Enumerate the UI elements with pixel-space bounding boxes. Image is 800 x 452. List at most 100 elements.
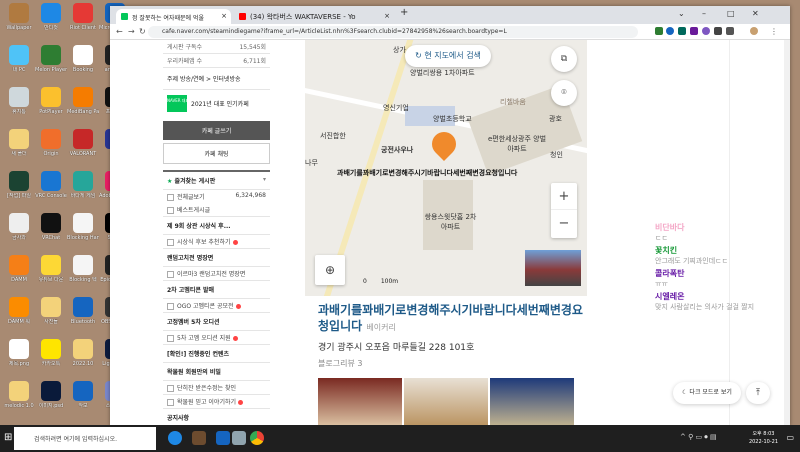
menu-icon[interactable]: ⋮	[770, 27, 778, 36]
desktop-icon[interactable]: 2022.10	[67, 339, 99, 367]
map[interactable]: 양벌리쌍용 1차아파트 영신기업 양벌초등학교 리첼바움 광호 서진합한 궁전사…	[305, 40, 587, 296]
board-group-header[interactable]: [확인!] 진행중인 컨텐츠	[163, 345, 270, 363]
scroll-top-button[interactable]: ⤒	[746, 382, 770, 404]
board-link[interactable]: 왁물원 믿고 이야기하기	[163, 395, 270, 409]
desktop-icon[interactable]: 내 PC	[3, 45, 35, 73]
maximize-button[interactable]: □	[727, 9, 735, 18]
extension-icon[interactable]	[678, 27, 686, 35]
desktop-icon[interactable]: VALORANT	[67, 129, 99, 157]
board-group-header[interactable]: 제 9회 상관 시상식 후...	[163, 217, 270, 235]
desktop-icon[interactable]: DAMM	[3, 255, 35, 283]
board-group-header[interactable]: 왁물원 회원만의 비밀	[163, 363, 270, 381]
notification-icon[interactable]: ▭	[786, 433, 794, 442]
windows-start-icon[interactable]: ⊞	[4, 432, 12, 443]
desktop-icon[interactable]: VRChat	[35, 213, 67, 241]
desktop-icon[interactable]: 반디컷	[35, 3, 67, 31]
board-group-header[interactable]: 랜덤고치전 명장면	[163, 249, 270, 267]
current-location-icon[interactable]: ⊕	[315, 255, 345, 285]
chat-username[interactable]: 콜라폭탄	[655, 268, 785, 279]
place-photo[interactable]	[318, 378, 402, 426]
board-group-header[interactable]: 2차 고멤티콘 발매	[163, 281, 270, 299]
desktop-icon[interactable]: MediBang Paint Pro	[67, 87, 99, 115]
write-post-button[interactable]: 카페 글쓰기	[163, 121, 270, 140]
zoom-out-button[interactable]: −	[551, 210, 577, 237]
taskbar-search-input[interactable]: 검색하려면 여기에 입력하십시오.	[14, 427, 156, 450]
desktop-icon[interactable]: 바다게 게임	[67, 171, 99, 199]
desktop-icon[interactable]: 이미지.psd	[35, 381, 67, 409]
desktop-icon[interactable]: Blocking 텍	[67, 255, 99, 283]
desktop-icon[interactable]: 새 폴더	[3, 129, 35, 157]
clock[interactable]: 오후 8:03 2022-10-21	[749, 430, 778, 446]
extension-icon[interactable]	[714, 27, 722, 35]
favorite-boards-header[interactable]: ★ 즐겨찾는 게시판 ▾	[163, 170, 270, 190]
board-link[interactable]: 이르마3 랜덤고치전 명장면	[163, 267, 270, 281]
desktop-icon[interactable]: Blocking Handle	[67, 213, 99, 241]
desktop-icon[interactable]: Origin	[35, 129, 67, 157]
desktop-icon[interactable]: 악보	[67, 381, 99, 409]
chat-username[interactable]: 시엘레온	[655, 291, 785, 302]
extension-icon[interactable]	[666, 27, 674, 35]
blog-reviews[interactable]: 블로그리뷰 3	[318, 358, 593, 369]
board-all-posts[interactable]: 전체글보기 6,324,968	[163, 190, 270, 203]
place-title[interactable]: 과배기를꽈배기로변경해주시기바랍니다세번째변경요청입니다 베이커리	[318, 302, 593, 336]
scrollbar[interactable]	[784, 40, 790, 426]
street-view-thumbnail[interactable]	[525, 250, 581, 286]
system-tray-icons[interactable]: ^ ⚲ ▭ ⏺ ▤	[680, 433, 717, 442]
desktop-icon[interactable]: Bluetooth	[67, 297, 99, 325]
close-tab-icon[interactable]: ×	[221, 12, 227, 20]
extension-icon[interactable]	[702, 27, 710, 35]
tab-search-icon[interactable]: ⌄	[678, 9, 685, 18]
desktop-icon[interactable]: PotPlayer	[35, 87, 67, 115]
location-pin-icon[interactable]: ⌾	[551, 80, 577, 106]
profile-avatar[interactable]	[750, 27, 758, 35]
url-input[interactable]: cafe.naver.com/steamindiegame?iframe_url…	[148, 26, 638, 38]
desktop-icon[interactable]: [작업] 파일	[3, 171, 35, 199]
zoom-in-button[interactable]: +	[551, 183, 577, 210]
place-marker-icon[interactable]	[427, 127, 461, 161]
desktop-icon[interactable]: Melon Player	[35, 45, 67, 73]
map-layers-icon[interactable]: ⧉	[551, 46, 577, 72]
desktop-icon[interactable]: 제목.png	[3, 339, 35, 367]
back-icon[interactable]: ←	[116, 27, 123, 36]
place-photo[interactable]	[490, 378, 574, 426]
puzzle-icon[interactable]	[726, 27, 734, 35]
board-link[interactable]: 시상식 후보 추천하기	[163, 235, 270, 249]
desktop-icon[interactable]: 사진들	[35, 297, 67, 325]
cafe-chat-button[interactable]: 카페 채팅	[163, 143, 270, 164]
app-icon[interactable]	[232, 431, 246, 445]
board-best-posts[interactable]: 베스트게시글	[163, 203, 270, 217]
board-group-header[interactable]: 고정멤버 5차 오디션	[163, 313, 270, 331]
extension-icon[interactable]	[690, 27, 698, 35]
desktop-icon[interactable]: Riot Client	[67, 3, 99, 31]
edge-icon[interactable]	[168, 431, 182, 445]
close-window-button[interactable]: ✕	[752, 9, 759, 18]
desktop-icon[interactable]: DAMM 워	[3, 297, 35, 325]
close-tab-icon[interactable]: ×	[384, 12, 390, 20]
desktop-icon[interactable]: 카카오톡	[35, 339, 67, 367]
desktop-icon[interactable]: melodic 1.0	[3, 381, 35, 409]
cafe-theme[interactable]: 주제 방송/연예 > 인터넷방송	[163, 68, 270, 90]
desktop-icon[interactable]: 휴지통	[3, 87, 35, 115]
tab-cafe[interactable]: 정 잘못하는 여자때문에 억울 ×	[116, 9, 231, 24]
minimize-button[interactable]: –	[702, 9, 706, 18]
tab-youtube[interactable]: (34) 왁타버스 WAKTAVERSE - Yo ×	[234, 9, 394, 24]
chat-username[interactable]: 비단바다	[655, 222, 785, 233]
desktop-icon[interactable]: 유튜브 다운	[35, 255, 67, 283]
minecraft-icon[interactable]	[192, 431, 206, 445]
desktop-icon[interactable]: Booking	[67, 45, 99, 73]
desktop-icon[interactable]: VRC Console	[35, 171, 67, 199]
board-link[interactable]: OGO 고멤티콘 공모전	[163, 299, 270, 313]
chat-username[interactable]: 꽃치킨	[655, 245, 785, 256]
chrome-icon[interactable]	[250, 431, 264, 445]
desktop-icon[interactable]: Wallpaper	[3, 3, 35, 31]
reload-icon[interactable]: ↻	[139, 27, 146, 36]
desktop-icon[interactable]: 금사과	[3, 213, 35, 241]
dark-mode-button[interactable]: ☾ 다크 모드로 보기	[673, 382, 741, 404]
forward-icon[interactable]: →	[128, 27, 135, 36]
vscode-icon[interactable]	[216, 431, 230, 445]
extension-icon[interactable]	[655, 27, 663, 35]
new-tab-button[interactable]: +	[400, 7, 408, 18]
place-photo[interactable]	[404, 378, 488, 426]
board-link[interactable]: 단히잔 받은수정는 찾인	[163, 381, 270, 395]
search-this-area-button[interactable]: ↻ 현 지도에서 검색	[405, 45, 491, 67]
